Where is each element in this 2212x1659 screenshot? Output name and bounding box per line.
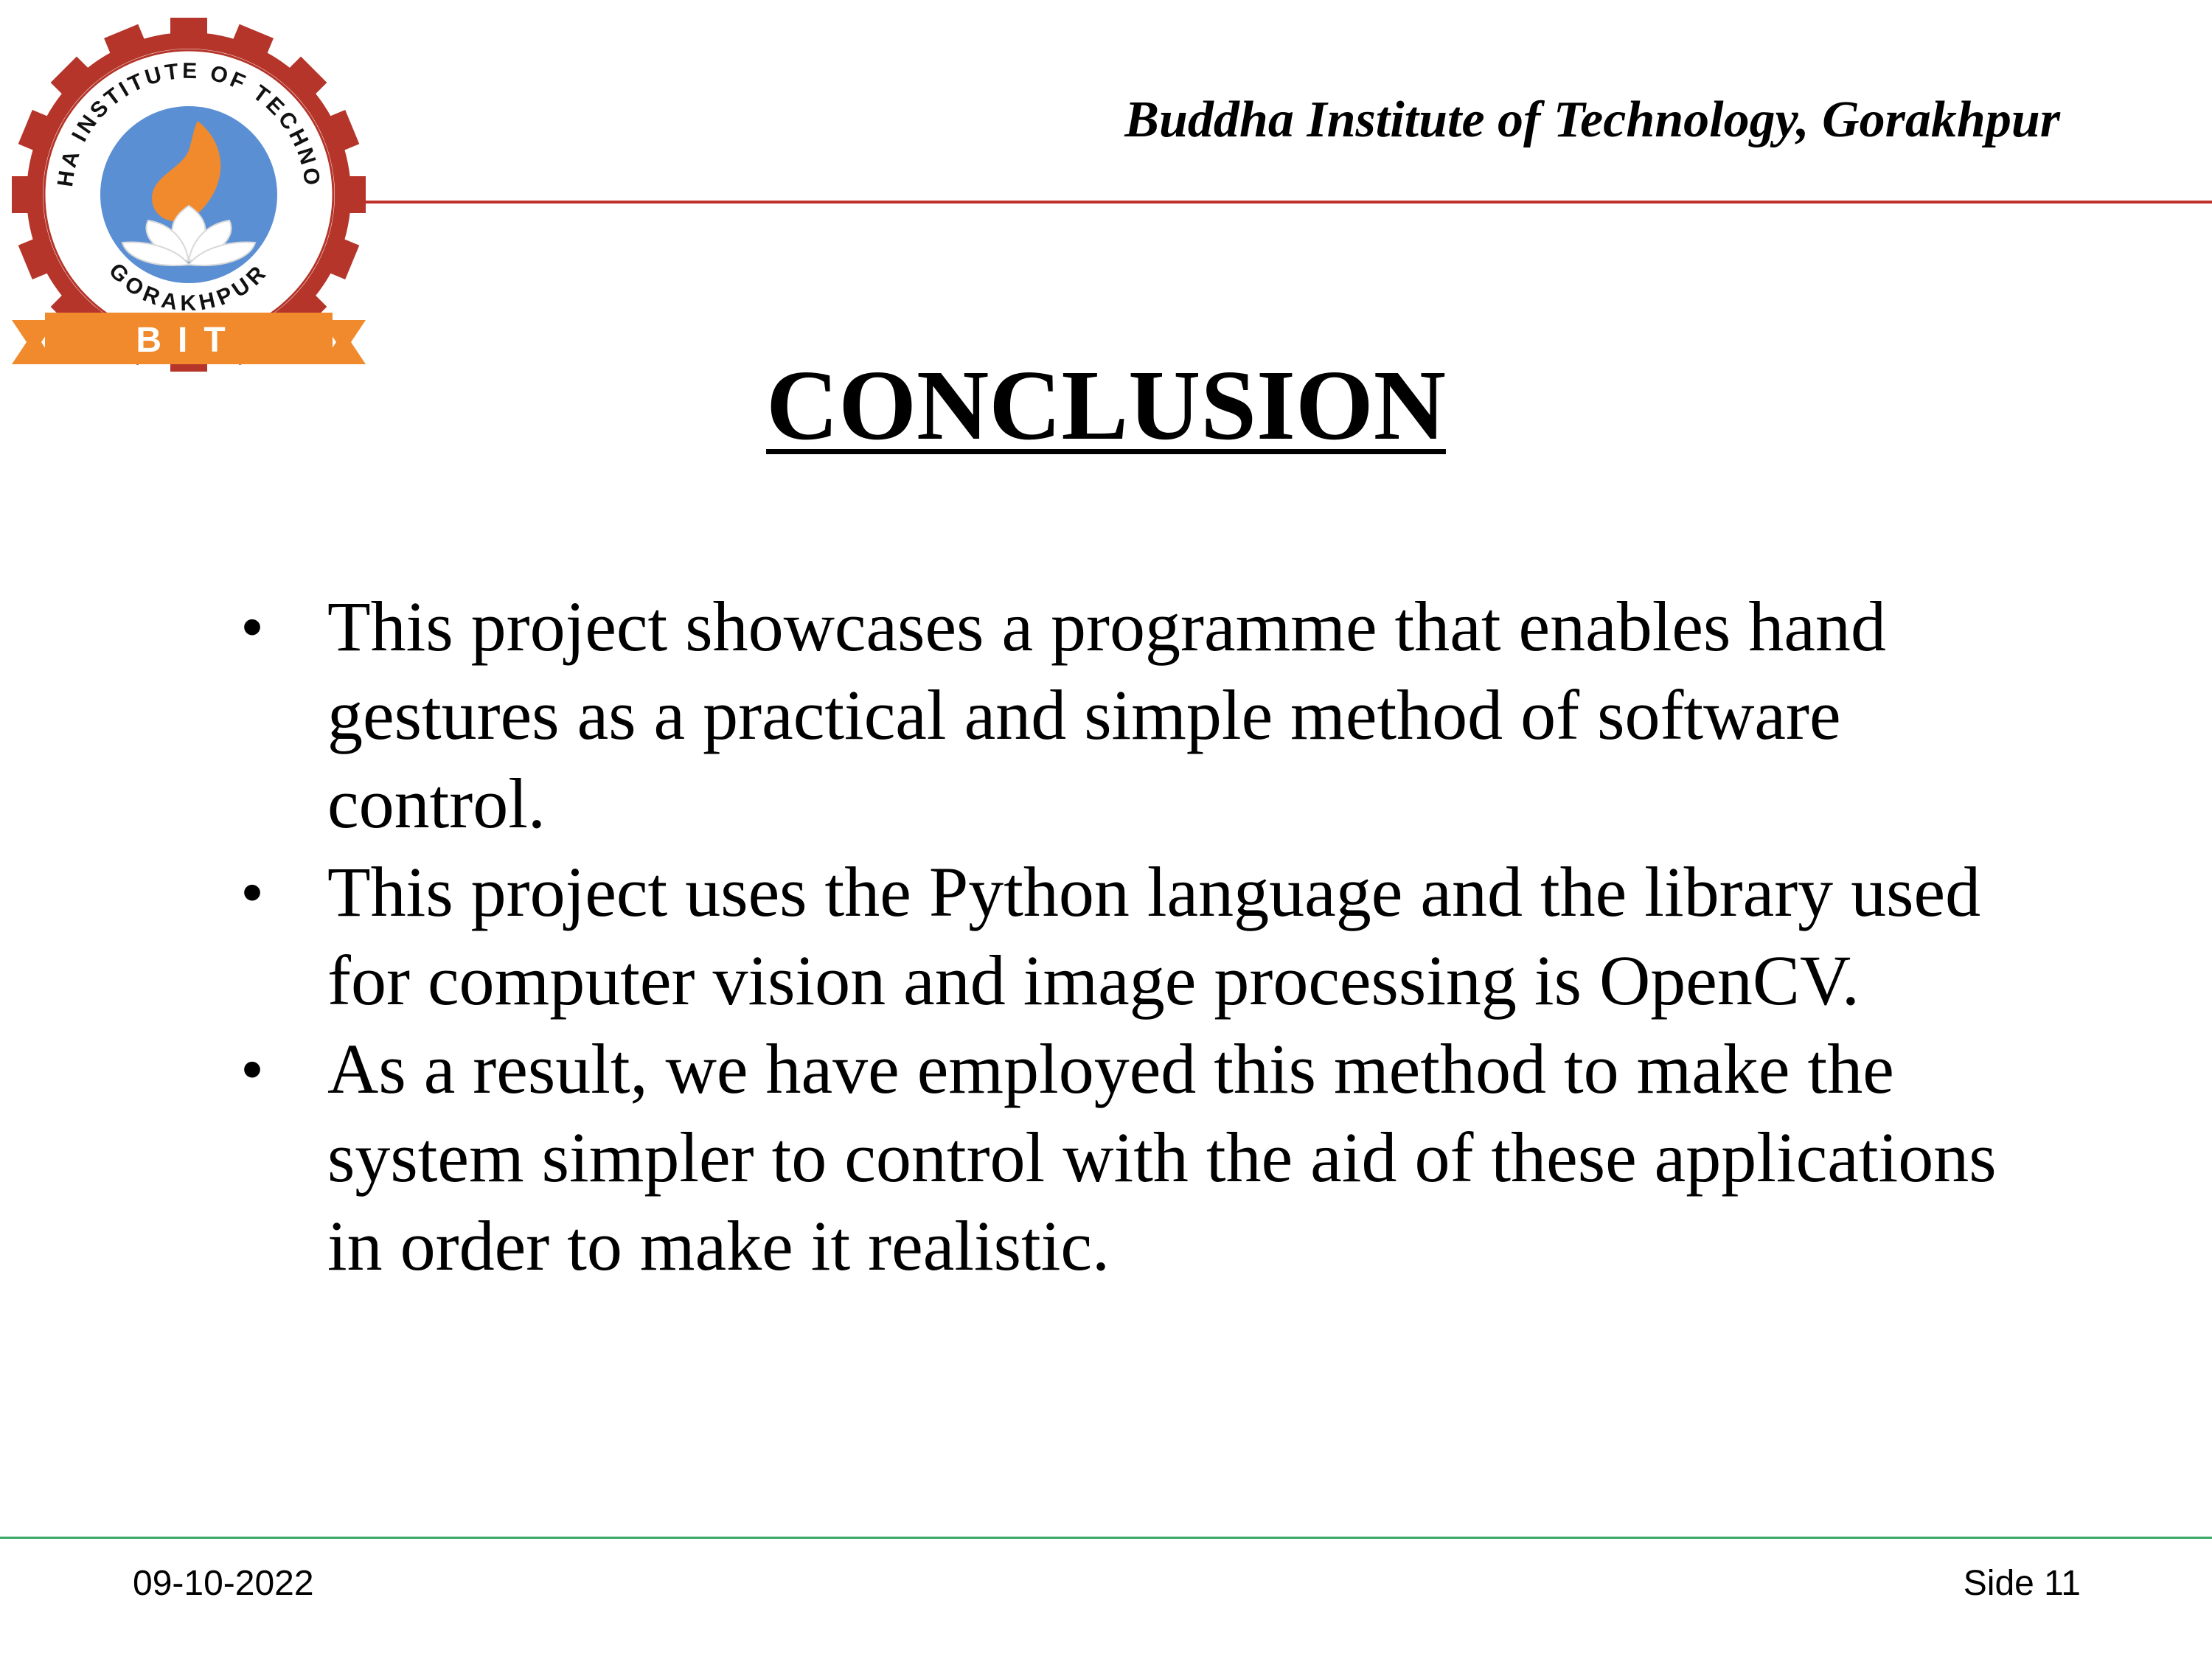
footer-date: 09-10-2022: [133, 1564, 314, 1603]
institute-name: Buddha Institute of Technology, Gorakhpu…: [1124, 91, 2060, 148]
bullet-text: This project showcases a programme that …: [327, 587, 1886, 843]
bullet-icon: •: [242, 594, 263, 659]
bullet-item: • As a result, we have employed this met…: [229, 1025, 2035, 1290]
slide-title: CONCLUSION: [766, 350, 1446, 461]
slide: BUDDHA INSTITUTE OF TECHNOLOGY GORAKHPUR…: [0, 0, 2212, 1659]
bullet-text: As a result, we have employed this metho…: [327, 1029, 1997, 1285]
bit-logo-icon: BUDDHA INSTITUTE OF TECHNOLOGY GORAKHPUR…: [4, 10, 366, 372]
footer-page-number: Side 11: [1963, 1564, 2081, 1603]
footer-divider: [0, 1537, 2212, 1539]
bullet-icon: •: [242, 1036, 263, 1102]
bullet-item: • This project showcases a programme tha…: [229, 582, 2035, 848]
bullet-list: • This project showcases a programme tha…: [229, 582, 2035, 1290]
bullet-icon: •: [242, 859, 263, 925]
header-divider: [366, 201, 2212, 204]
bullet-text: This project uses the Python language an…: [327, 852, 1981, 1020]
bullet-item: • This project uses the Python language …: [229, 848, 2035, 1025]
